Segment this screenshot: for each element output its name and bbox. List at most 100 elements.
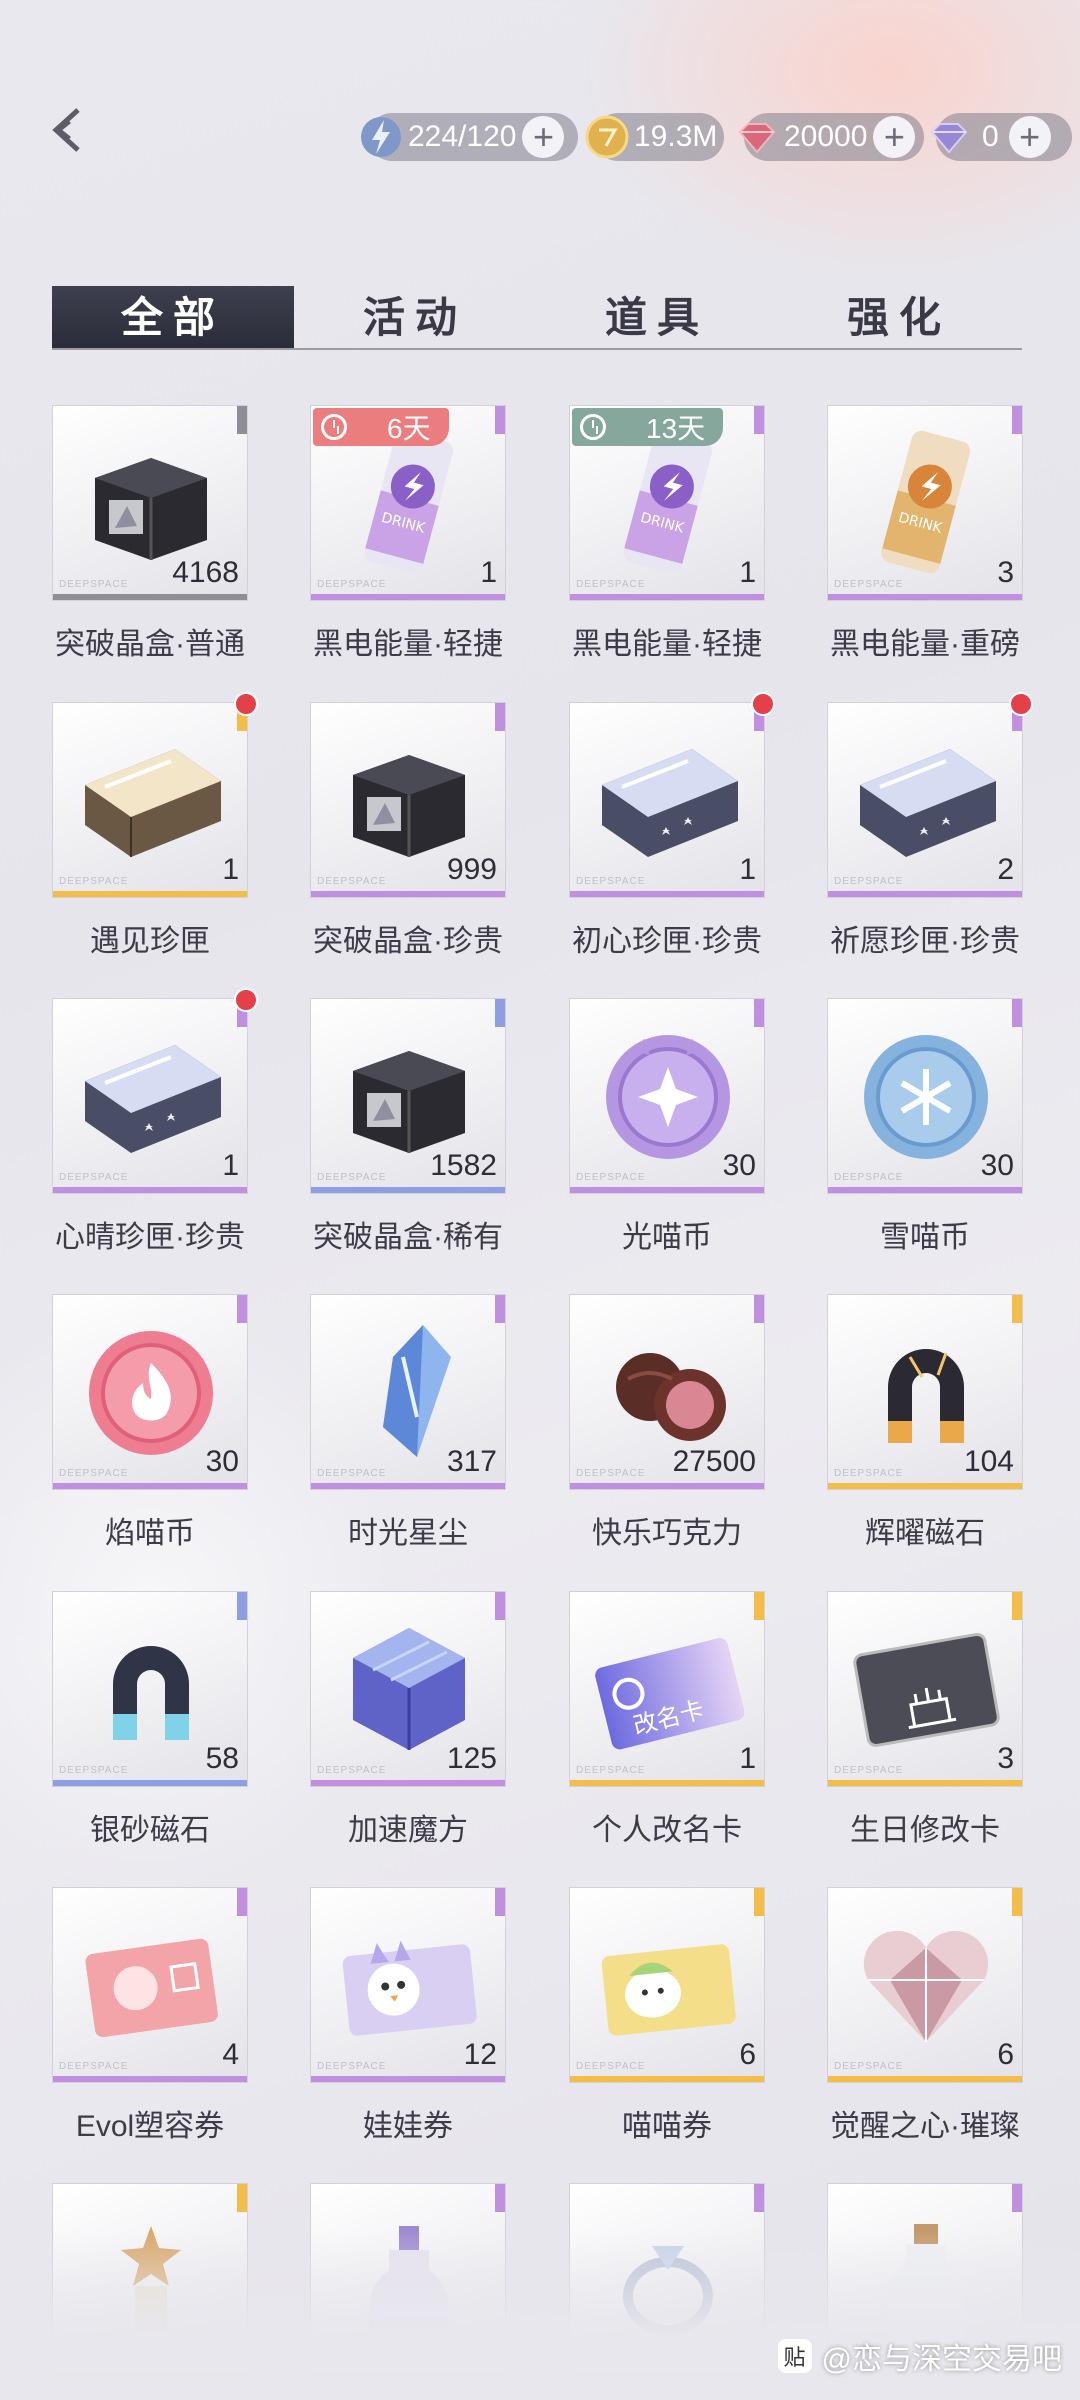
brand-mark: DEEPSPACE [317,1468,387,1479]
brand-mark: DEEPSPACE [576,1765,646,1776]
gold-crystal-case-icon [75,725,227,871]
item-name: 快乐巧克力 [592,1517,742,1550]
item-slot[interactable]: DEEPSPACE 125 [310,1591,506,1787]
rarity-bar [311,1780,505,1786]
item-slot[interactable]: DEEPSPACE 104 [827,1294,1023,1490]
item-name: 喵喵券 [622,2110,712,2143]
rarity-tag [1012,406,1022,434]
rarity-bar [53,594,247,600]
timer-text: 13天 [646,413,706,444]
crystal-case-icon [75,1021,227,1167]
rarity-tag [495,2184,505,2212]
item-slot[interactable]: DEEPSPACE 30 [827,998,1023,1194]
item-slot[interactable]: DEEPSPACE 2 [827,702,1023,898]
purple-drink-can-icon: DRINK [333,428,485,574]
crystal-case-icon [592,725,744,871]
brand-mark: DEEPSPACE [317,1765,387,1776]
rarity-tag [495,999,505,1027]
rarity-tag [237,406,247,434]
brand-mark: DEEPSPACE [834,1765,904,1776]
rarity-bar [53,1187,247,1193]
item-slot[interactable]: DEEPSPACE 30 [52,1294,248,1490]
item-quantity: 27500 [672,1445,756,1478]
item-quantity: 30 [205,1445,239,1478]
purple-diamond-icon [930,123,968,154]
item-name: 黑电能量·轻捷 [313,628,503,661]
item-name: 银砂磁石 [90,1814,210,1847]
item-quantity: 4168 [172,556,239,589]
item-slot[interactable]: DEEPSPACE 999 [310,702,506,898]
item-quantity: 2 [997,853,1014,886]
item-slot[interactable]: DEEPSPACE 12 [310,1887,506,2083]
item-quantity: 12 [463,2038,497,2071]
item-slot[interactable]: DEEPSPACE 317 [310,1294,506,1490]
gem-add-button[interactable]: + [873,116,916,158]
stamina-add-button[interactable]: + [522,116,565,158]
brand-mark: DEEPSPACE [59,1172,129,1183]
rarity-tag [754,406,764,434]
brand-mark: DEEPSPACE [576,2061,646,2072]
rarity-tag [754,2184,764,2212]
item-slot[interactable]: DRINK DEEPSPACE 1 13天 [569,405,765,601]
item-name: 加速魔方 [348,1814,468,1847]
rarity-tag [1012,1888,1022,1916]
lightning-icon [361,117,401,157]
item-slot[interactable]: DEEPSPACE 27500 [569,1294,765,1490]
brand-mark: DEEPSPACE [576,1172,646,1183]
item-slot[interactable]: DEEPSPACE 3 [827,1591,1023,1787]
item-slot[interactable]: DEEPSPACE 1 [52,702,248,898]
item-slot[interactable]: DEEPSPACE 1 [52,998,248,1194]
tab-all[interactable]: 全部 [52,286,294,348]
pink-ticket-icon [75,1910,227,2056]
rarity-bar [311,1187,505,1193]
item-quantity: 1 [739,556,756,589]
back-button[interactable] [40,100,100,160]
brand-mark: DEEPSPACE [59,2061,129,2072]
item-slot[interactable]: DEEPSPACE 1 改名卡 [569,1591,765,1787]
clock-icon [321,414,347,440]
cat-ticket-icon [592,1910,744,2056]
item-slot[interactable]: DEEPSPACE 1582 [310,998,506,1194]
brand-mark: DEEPSPACE [317,579,387,590]
tab-enhance[interactable]: 强化 [778,286,1020,348]
item-name: 突破晶盒·普通 [55,628,245,661]
item-slot[interactable]: DRINK DEEPSPACE 1 6天 [310,405,506,601]
rarity-tag [495,1592,505,1620]
item-slot[interactable]: DEEPSPACE 58 [52,1591,248,1787]
brand-mark: DEEPSPACE [576,1468,646,1479]
expiry-timer: 6天 [313,408,449,446]
item-quantity: 125 [446,1742,497,1775]
item-slot[interactable]: DEEPSPACE 6 [827,1887,1023,2083]
item-slot[interactable]: DEEPSPACE 4 [52,1887,248,2083]
pink-coin-icon [75,1317,227,1463]
black-box-icon [333,725,485,871]
brand-mark: DEEPSPACE [834,1468,904,1479]
item-name: 雪喵币 [880,1221,970,1254]
brand-mark: DEEPSPACE [317,876,387,887]
gem-resource: 20000 + [738,113,924,161]
rename-card-icon [592,1614,745,1760]
brand-mark: DEEPSPACE [59,876,129,887]
rarity-tag [1012,1592,1022,1620]
item-name: 生日修改卡 [850,1814,1000,1847]
tab-items[interactable]: 道具 [536,286,778,348]
item-slot[interactable]: DEEPSPACE 30 [569,998,765,1194]
diamond-add-button[interactable]: + [1008,116,1051,158]
item-quantity: 6 [997,2038,1014,2071]
rarity-bar [570,891,764,897]
item-slot[interactable]: DEEPSPACE 6 [569,1887,765,2083]
item-name: 突破晶盒·珍贵 [313,925,503,958]
brand-mark: DEEPSPACE [576,876,646,887]
item-slot[interactable]: DEEPSPACE 1 [569,702,765,898]
gem-value: 20000 [784,120,868,153]
item-slot[interactable]: DRINK DEEPSPACE 3 [827,405,1023,601]
item-slot[interactable]: DEEPSPACE 4168 [52,405,248,601]
item-name: 光喵币 [622,1221,712,1254]
rarity-bar [53,1780,247,1786]
rarity-bar [311,2076,505,2082]
tab-events[interactable]: 活动 [294,286,536,348]
item-quantity: 3 [997,556,1014,589]
item-quantity: 999 [446,853,497,886]
stamina-value: 224/120 [408,120,517,153]
birthday-card-icon [850,1614,1002,1760]
